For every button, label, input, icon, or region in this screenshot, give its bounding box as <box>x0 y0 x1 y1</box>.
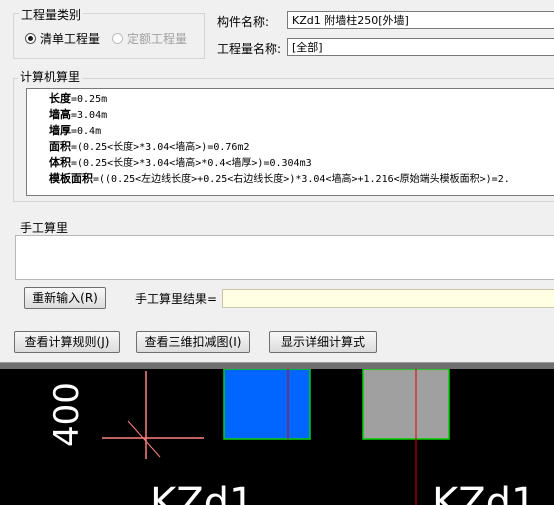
column[interactable] <box>362 369 450 440</box>
calc-line-area: 面积=(0.25<长度>*3.04<墙高>)=0.76m2 <box>49 140 250 153</box>
crosshair-cursor-icon <box>102 371 204 459</box>
view-calc-rules-button[interactable]: 查看计算规则(J) <box>14 331 120 353</box>
calc-line-formwork-area: 模板面积=((0.25<左边线长度>+0.25<右边线长度>)*3.04<墙高>… <box>49 172 510 185</box>
computer-calc-title: 计算机算里 <box>18 68 83 85</box>
view-3d-deduction-button[interactable]: 查看三维扣减图(I) <box>136 331 250 353</box>
drawing-svg: 400 KZd1 KZd1 <box>47 369 536 505</box>
manual-result-field[interactable] <box>222 289 554 308</box>
component-name-field[interactable]: KZd1 附墙柱250[外墙] <box>287 11 554 29</box>
calc-line-length: 长度=0.25m <box>49 92 108 105</box>
computer-calc-text-area[interactable]: 长度=0.25m 墙高=3.04m 墙厚=0.4m 面积=(0.25<长度>*3… <box>26 88 554 196</box>
drawing-canvas[interactable]: 400 KZd1 KZd1 <box>0 369 554 505</box>
column-label: KZd1 <box>432 480 536 505</box>
radio-selected-icon <box>25 33 36 44</box>
radio-quota-quantity-label: 定额工程量 <box>127 32 188 46</box>
manual-calc-title: 手工算里 <box>20 221 69 235</box>
column-selected[interactable] <box>223 369 311 440</box>
canvas-splitter[interactable] <box>0 362 554 369</box>
radio-bill-quantity-label: 清单工程量 <box>40 32 101 46</box>
manual-calc-input[interactable] <box>15 235 554 280</box>
quantity-type-title: 工程量类别 <box>19 6 84 23</box>
column-label: KZd1 <box>150 480 254 505</box>
component-name-label: 构件名称: <box>217 15 270 29</box>
dimension-label: 400 <box>47 382 87 447</box>
quantity-name-label: 工程量名称: <box>217 42 282 56</box>
calc-line-wall-thickness: 墙厚=0.4m <box>49 124 102 137</box>
quantity-name-select[interactable]: [全部] <box>287 38 554 56</box>
show-detail-formula-button[interactable]: 显示详细计算式 <box>269 331 377 353</box>
radio-bill-quantity[interactable]: 清单工程量 <box>25 30 100 47</box>
calc-line-wall-height: 墙高=3.04m <box>49 108 108 121</box>
reenter-button[interactable]: 重新输入(R) <box>24 287 106 309</box>
radio-quota-quantity[interactable]: 定额工程量 <box>112 30 187 47</box>
manual-result-label: 手工算里结果= <box>135 292 218 306</box>
calc-line-volume: 体积=(0.25<长度>*3.04<墙高>*0.4<墙厚>)=0.304m3 <box>49 156 312 169</box>
radio-unselected-icon <box>112 33 123 44</box>
